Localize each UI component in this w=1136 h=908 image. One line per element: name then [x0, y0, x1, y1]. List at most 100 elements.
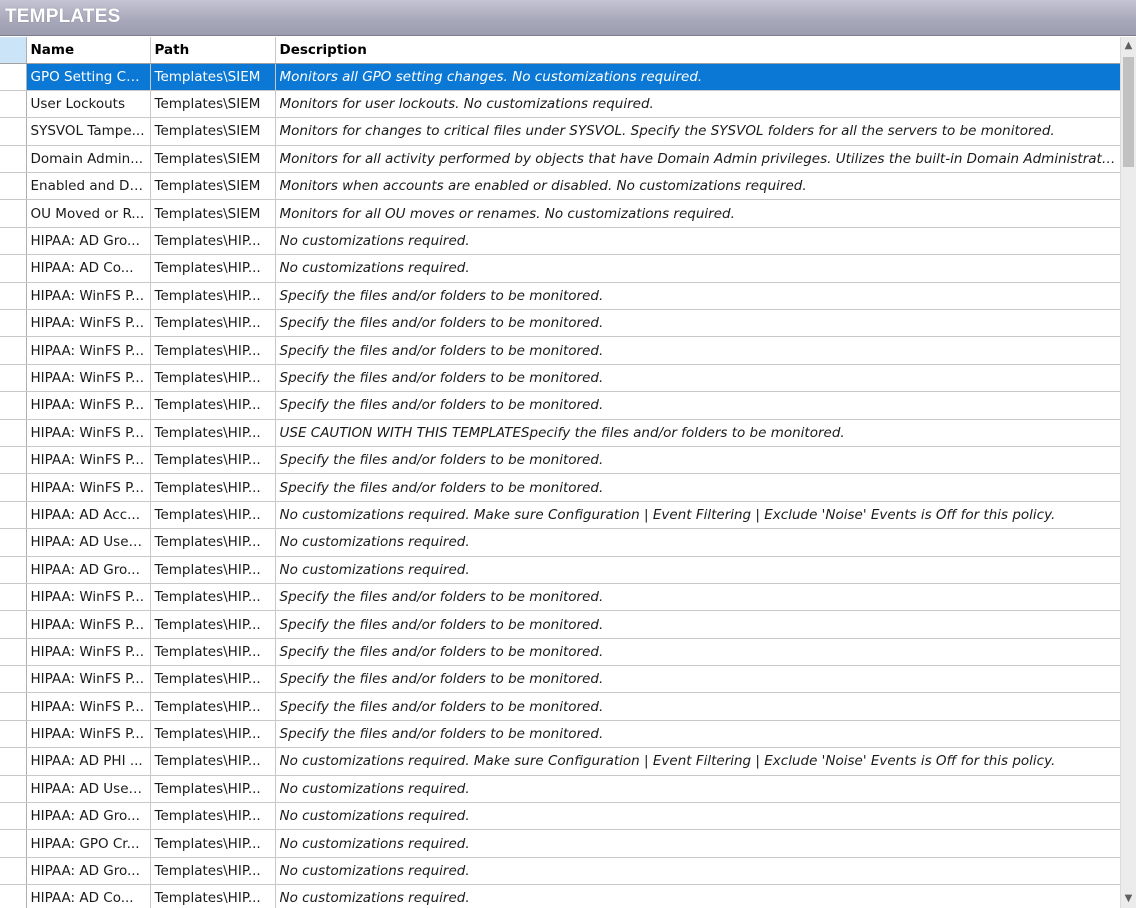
- row-selector[interactable]: [0, 775, 27, 804]
- chevron-up-icon[interactable]: ▲: [1121, 37, 1136, 55]
- table-row[interactable]: HIPAA: AD Co... Templates\HIP... No custom…: [0, 254, 1120, 283]
- table-row[interactable]: HIPAA: AD PHI ... Templates\HIP... No cust…: [0, 747, 1120, 776]
- row-path-cell: Templates\SIEM: [150, 172, 276, 201]
- row-name-cell: HIPAA: AD PHI ...: [26, 747, 151, 776]
- row-path-cell: Templates\HIP...: [150, 829, 276, 858]
- table-row[interactable]: HIPAA: AD Gro... Templates\HIP... No custo…: [0, 857, 1120, 886]
- table-row[interactable]: HIPAA: WinFS P... Templates\HIP... Specify…: [0, 391, 1120, 420]
- table-row[interactable]: HIPAA: WinFS P... Templates\HIP... Specify…: [0, 336, 1120, 365]
- row-selector[interactable]: [0, 90, 27, 119]
- table-row[interactable]: HIPAA: WinFS P... Templates\HIP... Specify…: [0, 473, 1120, 502]
- row-name-cell: HIPAA: WinFS P...: [26, 282, 151, 311]
- row-selector[interactable]: [0, 145, 27, 174]
- row-selector[interactable]: [0, 665, 27, 694]
- row-selector[interactable]: [0, 227, 27, 256]
- table-row[interactable]: HIPAA: WinFS P... Templates\HIP... Specify…: [0, 364, 1120, 393]
- row-path-cell: Templates\HIP...: [150, 884, 276, 908]
- table-row[interactable]: HIPAA: WinFS P... Templates\HIP... Specify…: [0, 610, 1120, 639]
- row-selector[interactable]: [0, 501, 27, 530]
- row-selector[interactable]: [0, 829, 27, 858]
- select-all-header[interactable]: [0, 37, 27, 64]
- table-row[interactable]: HIPAA: WinFS P... Templates\HIP... USE CAU…: [0, 419, 1120, 447]
- row-description-cell: Monitors for all OU moves or renames. No…: [275, 199, 1120, 228]
- chevron-down-icon[interactable]: ▼: [1121, 890, 1136, 908]
- row-selector[interactable]: [0, 638, 27, 667]
- row-selector[interactable]: [0, 720, 27, 749]
- row-selector[interactable]: [0, 884, 27, 908]
- scrollbar-thumb[interactable]: [1123, 57, 1134, 167]
- row-path-cell: Templates\HIP...: [150, 528, 276, 557]
- row-selector[interactable]: [0, 117, 27, 146]
- row-selector[interactable]: [0, 610, 27, 639]
- templates-table: Name Path Description GPO Setting Ch... T…: [0, 37, 1120, 908]
- row-selector[interactable]: [0, 528, 27, 557]
- row-selector[interactable]: [0, 419, 27, 447]
- table-row[interactable]: HIPAA: WinFS P... Templates\HIP... Specify…: [0, 638, 1120, 667]
- row-description-cell: No customizations required.: [275, 254, 1120, 283]
- templates-grid[interactable]: Name Path Description GPO Setting Ch... T…: [0, 37, 1120, 908]
- vertical-scrollbar[interactable]: ▲ ▼: [1120, 37, 1136, 908]
- row-path-cell: Templates\HIP...: [150, 692, 276, 721]
- table-row[interactable]: HIPAA: WinFS P... Templates\HIP... Specify…: [0, 583, 1120, 612]
- column-header-description[interactable]: Description: [275, 37, 1120, 64]
- column-header-name[interactable]: Name: [26, 37, 151, 64]
- row-selector[interactable]: [0, 747, 27, 776]
- row-selector[interactable]: [0, 556, 27, 584]
- row-description-cell: Specify the files and/or folders to be m…: [275, 309, 1120, 338]
- table-row[interactable]: HIPAA: AD User... Templates\HIP... No cust…: [0, 775, 1120, 804]
- row-selector[interactable]: [0, 446, 27, 475]
- row-path-cell: Templates\HIP...: [150, 720, 276, 749]
- row-name-cell: HIPAA: WinFS P...: [26, 309, 151, 338]
- table-row[interactable]: HIPAA: WinFS P... Templates\HIP... Specify…: [0, 692, 1120, 721]
- row-path-cell: Templates\HIP...: [150, 419, 276, 447]
- table-row[interactable]: HIPAA: GPO Cr... Templates\HIP... No custo…: [0, 829, 1120, 858]
- table-row[interactable]: HIPAA: AD Gro... Templates\HIP... No custo…: [0, 227, 1120, 256]
- row-path-cell: Templates\SIEM: [150, 199, 276, 228]
- row-description-cell: Monitors all GPO setting changes. No cus…: [275, 63, 1120, 91]
- column-header-path[interactable]: Path: [150, 37, 276, 64]
- row-name-cell: HIPAA: WinFS P...: [26, 610, 151, 639]
- row-selector[interactable]: [0, 336, 27, 365]
- row-selector[interactable]: [0, 282, 27, 311]
- row-selector[interactable]: [0, 199, 27, 228]
- row-selector[interactable]: [0, 802, 27, 831]
- table-row[interactable]: GPO Setting Ch... Templates\SIEM Monitors …: [0, 63, 1120, 91]
- table-row[interactable]: HIPAA: WinFS P... Templates\HIP... Specify…: [0, 665, 1120, 694]
- row-name-cell: HIPAA: WinFS P...: [26, 364, 151, 393]
- row-description-cell: No customizations required. Make sure Co…: [275, 747, 1120, 776]
- table-row[interactable]: Enabled and Di... Templates\SIEM Monitors …: [0, 172, 1120, 201]
- row-name-cell: HIPAA: GPO Cr...: [26, 829, 151, 858]
- table-row[interactable]: OU Moved or R... Templates\SIEM Monitors f…: [0, 199, 1120, 228]
- row-description-cell: Specify the files and/or folders to be m…: [275, 282, 1120, 311]
- row-selector[interactable]: [0, 254, 27, 283]
- row-selector[interactable]: [0, 63, 27, 91]
- row-selector[interactable]: [0, 473, 27, 502]
- table-row[interactable]: HIPAA: WinFS P... Templates\HIP... Specify…: [0, 309, 1120, 338]
- row-selector[interactable]: [0, 391, 27, 420]
- table-row[interactable]: SYSVOL Tampe... Templates\SIEM Monitors fo…: [0, 117, 1120, 146]
- row-name-cell: HIPAA: WinFS P...: [26, 391, 151, 420]
- table-row[interactable]: HIPAA: WinFS P... Templates\HIP... Specify…: [0, 446, 1120, 475]
- table-row[interactable]: HIPAA: WinFS P... Templates\HIP... Specify…: [0, 282, 1120, 311]
- table-row[interactable]: HIPAA: AD Gro... Templates\HIP... No custo…: [0, 556, 1120, 584]
- table-row[interactable]: HIPAA: WinFS P... Templates\HIP... Specify…: [0, 720, 1120, 749]
- table-row[interactable]: HIPAA: AD Co... Templates\HIP... No custom…: [0, 884, 1120, 908]
- row-path-cell: Templates\SIEM: [150, 145, 276, 174]
- table-row[interactable]: HIPAA: AD Gro... Templates\HIP... No custo…: [0, 802, 1120, 831]
- table-row[interactable]: HIPAA: AD Acc... Templates\HIP... No custo…: [0, 501, 1120, 530]
- table-row[interactable]: HIPAA: AD User... Templates\HIP... No cust…: [0, 528, 1120, 557]
- row-name-cell: HIPAA: AD User...: [26, 775, 151, 804]
- row-path-cell: Templates\HIP...: [150, 583, 276, 612]
- row-selector[interactable]: [0, 857, 27, 886]
- table-row[interactable]: Domain Admin... Templates\SIEM Monitors fo…: [0, 145, 1120, 174]
- row-selector[interactable]: [0, 172, 27, 201]
- table-row[interactable]: User Lockouts Templates\SIEM Monitors for …: [0, 90, 1120, 119]
- row-selector[interactable]: [0, 692, 27, 721]
- row-description-cell: Monitors for changes to critical files u…: [275, 117, 1120, 146]
- row-selector[interactable]: [0, 364, 27, 393]
- row-description-cell: No customizations required.: [275, 829, 1120, 858]
- row-name-cell: HIPAA: AD Co...: [26, 884, 151, 908]
- row-selector[interactable]: [0, 583, 27, 612]
- row-description-cell: No customizations required. Make sure Co…: [275, 501, 1120, 530]
- row-selector[interactable]: [0, 309, 27, 338]
